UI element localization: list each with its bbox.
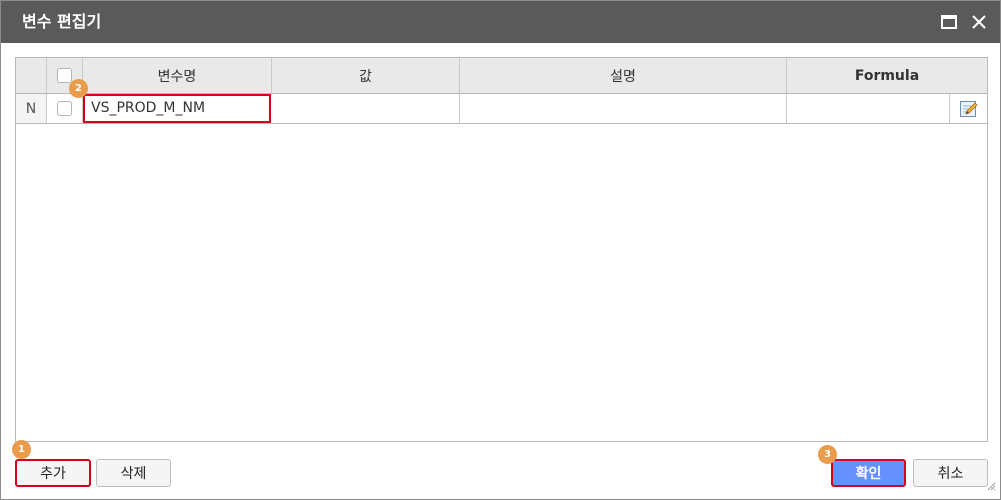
grid-header: 변수명 값 설명 Formula (16, 58, 987, 94)
cancel-button[interactable]: 취소 (913, 459, 988, 487)
callout-badge-1: 1 (12, 440, 31, 459)
description-cell[interactable] (460, 94, 787, 123)
header-formula[interactable]: Formula (787, 58, 987, 93)
value-cell[interactable] (272, 94, 460, 123)
select-all-checkbox[interactable] (57, 68, 72, 83)
header-description[interactable]: 설명 (460, 58, 787, 93)
variable-grid: 변수명 값 설명 Formula N VS_PROD_M_NM (15, 57, 988, 442)
confirm-button[interactable]: 확인 (831, 459, 906, 487)
header-row-state (16, 58, 47, 93)
header-value[interactable]: 값 (272, 58, 460, 93)
formula-cell[interactable] (787, 94, 950, 123)
row-checkbox[interactable] (57, 101, 72, 116)
title-bar[interactable]: 변수 편집기 (1, 1, 1000, 43)
callout-badge-2: 2 (69, 79, 88, 98)
variable-editor-dialog: 변수 편집기 변수명 값 설명 Formula N VS_PROD_M_NM 2… (0, 0, 1001, 500)
maximize-icon (941, 15, 957, 29)
table-row[interactable]: N VS_PROD_M_NM (16, 94, 987, 124)
header-variable-name[interactable]: 변수명 (83, 58, 272, 93)
row-state: N (16, 94, 47, 123)
delete-button[interactable]: 삭제 (96, 459, 171, 487)
close-button[interactable] (967, 10, 991, 34)
resize-grip-icon (987, 482, 996, 491)
row-select-cell (47, 94, 83, 123)
variable-name-input[interactable]: VS_PROD_M_NM (83, 94, 271, 123)
maximize-button[interactable] (937, 10, 961, 34)
edit-icon (959, 100, 978, 117)
formula-edit-button[interactable] (950, 94, 987, 123)
callout-badge-3: 3 (818, 445, 837, 464)
close-icon (972, 15, 986, 29)
dialog-title: 변수 편집기 (22, 12, 102, 31)
add-button[interactable]: 추가 (15, 459, 91, 487)
resize-handle[interactable] (986, 476, 996, 495)
